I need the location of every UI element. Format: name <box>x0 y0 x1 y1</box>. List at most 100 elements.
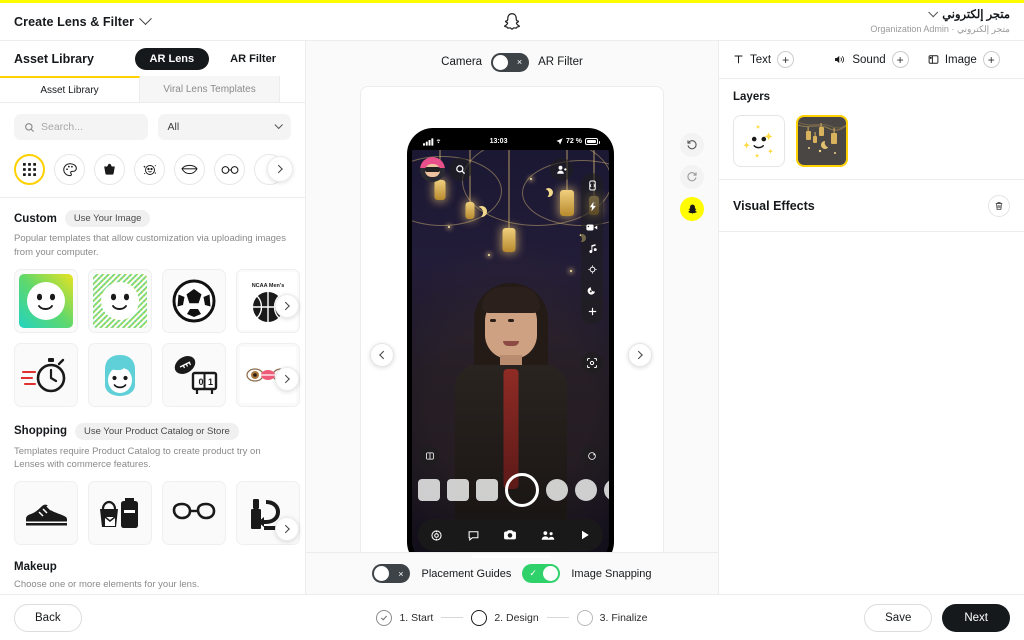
redo-button[interactable] <box>680 165 704 189</box>
template-tile[interactable] <box>14 342 78 407</box>
flash-icon[interactable] <box>587 201 598 212</box>
create-lens-filter-menu[interactable]: Create Lens & Filter <box>0 12 152 29</box>
category-shopping[interactable] <box>94 154 125 185</box>
camera-tool-rail <box>581 173 603 324</box>
category-face-effects[interactable] <box>134 154 165 185</box>
search-input[interactable] <box>41 121 138 133</box>
toggle-knob <box>543 566 559 581</box>
footer-bar: Back 1. Start 2. Design 3. Finalize Save… <box>0 594 1024 640</box>
signal-bars-icon <box>423 137 441 146</box>
step-design[interactable]: 2. Design <box>471 609 539 626</box>
lens-carousel-item[interactable] <box>476 479 498 501</box>
category-lips[interactable] <box>174 154 205 185</box>
layer-thumbnail-lanterns-background[interactable] <box>796 115 848 167</box>
shopping-grid-next-button[interactable] <box>275 516 299 541</box>
step-finalize[interactable]: 3. Finalize <box>576 609 648 626</box>
custom-grid-next-button-2[interactable] <box>275 367 299 391</box>
chat-icon[interactable] <box>467 529 480 542</box>
preview-prev-button[interactable] <box>370 343 394 367</box>
lens-carousel[interactable] <box>412 473 609 507</box>
chevron-down-icon[interactable] <box>928 7 939 18</box>
scan-settings-icon[interactable] <box>581 352 603 374</box>
video-icon[interactable] <box>586 222 598 233</box>
visual-effects-delete-button[interactable] <box>988 194 1010 217</box>
preview-options-row: × Placement Guides ✓ Image Snapping <box>306 552 718 594</box>
add-text-label: Text <box>750 53 772 66</box>
page-title: Create Lens & Filter <box>14 14 135 29</box>
custom-grid-next-button[interactable] <box>275 294 299 318</box>
lens-carousel-item[interactable] <box>604 479 609 501</box>
friends-icon[interactable] <box>541 529 555 542</box>
step-circle-todo <box>576 609 593 626</box>
toggle-marker: × <box>398 568 404 579</box>
add-friends-icon[interactable] <box>550 158 573 181</box>
library-filters: All <box>0 103 305 148</box>
visual-effects-title: Visual Effects <box>733 198 815 213</box>
lens-carousel-item[interactable] <box>418 479 440 501</box>
step-start[interactable]: 1. Start <box>376 609 433 626</box>
undo-button[interactable] <box>680 133 704 157</box>
camera-mode-row: Camera × AR Filter <box>306 41 718 83</box>
top-bar: Create Lens & Filter متجر إلكتروني Organ… <box>0 3 1024 41</box>
template-tile[interactable] <box>14 268 78 333</box>
layers-title: Layers <box>733 91 771 103</box>
template-tile[interactable] <box>88 268 152 333</box>
timer-icon[interactable] <box>587 264 598 275</box>
placement-guides-toggle[interactable]: × <box>372 564 411 583</box>
add-image-button[interactable]: + <box>982 51 1000 68</box>
lens-carousel-item[interactable] <box>447 479 469 501</box>
template-tile[interactable] <box>88 342 152 407</box>
library-tabs: Asset Library Viral Lens Templates <box>0 76 305 103</box>
category-grid[interactable] <box>14 154 45 185</box>
category-palette[interactable] <box>54 154 85 185</box>
category-filter-select[interactable]: All <box>157 114 291 140</box>
camera-icon[interactable] <box>503 528 517 542</box>
phone-screen: 13:03 72 % <box>412 133 609 563</box>
send-icon[interactable] <box>582 446 601 465</box>
segment-ar-filter[interactable]: AR Filter <box>215 48 291 70</box>
add-text-button[interactable]: + <box>777 51 795 68</box>
spotlight-icon[interactable] <box>579 529 591 541</box>
search-box[interactable] <box>14 114 148 140</box>
tab-asset-library[interactable]: Asset Library <box>0 76 140 102</box>
add-image-label: Image <box>944 53 977 66</box>
toggle-knob <box>374 566 390 581</box>
map-icon[interactable] <box>430 529 443 542</box>
lens-carousel-item[interactable] <box>575 479 597 501</box>
shutter-button[interactable] <box>505 473 539 507</box>
template-tile[interactable] <box>88 481 152 546</box>
layer-thumbnail-sparkle-smiley[interactable] <box>733 115 785 167</box>
lens-carousel-item[interactable] <box>546 479 568 501</box>
chevron-right-icon <box>634 350 643 360</box>
crescent-moon-decor <box>544 188 553 197</box>
search-icon[interactable] <box>449 158 472 181</box>
segment-ar-lens[interactable]: AR Lens <box>134 47 210 70</box>
section-pill: Use Your Product Catalog or Store <box>75 422 239 440</box>
music-icon[interactable] <box>587 243 598 254</box>
camera-ar-filter-toggle[interactable]: × <box>491 52 530 72</box>
layers-list <box>733 115 1010 167</box>
chevron-down-icon[interactable] <box>139 12 152 26</box>
flip-camera-icon[interactable] <box>587 180 598 191</box>
section-title: Shopping <box>14 425 68 438</box>
plus-icon[interactable] <box>587 306 598 317</box>
template-tile[interactable] <box>162 268 226 333</box>
template-tile[interactable]: 0 1 <box>162 342 226 407</box>
category-scroll-right-button[interactable] <box>267 156 293 182</box>
memories-icon[interactable] <box>420 446 439 465</box>
org-switcher[interactable]: متجر إلكتروني Organization Admin · متجر … <box>870 7 1024 36</box>
image-snapping-toggle[interactable]: ✓ <box>522 564 561 583</box>
template-tile[interactable] <box>162 481 226 546</box>
snapchat-button[interactable] <box>680 197 704 221</box>
toggle-knob <box>493 54 509 70</box>
tab-viral-lens-templates[interactable]: Viral Lens Templates <box>140 76 280 102</box>
night-mode-icon[interactable] <box>587 285 598 296</box>
location-arrow-icon <box>556 138 563 145</box>
toggle-marker: ✓ <box>529 568 537 578</box>
svg-text:0: 0 <box>199 377 204 387</box>
bitmoji-avatar-icon[interactable] <box>420 157 445 182</box>
preview-next-button[interactable] <box>628 343 652 367</box>
category-glasses[interactable] <box>214 154 245 185</box>
template-tile[interactable] <box>14 481 78 546</box>
add-sound-button[interactable]: + <box>891 51 909 68</box>
